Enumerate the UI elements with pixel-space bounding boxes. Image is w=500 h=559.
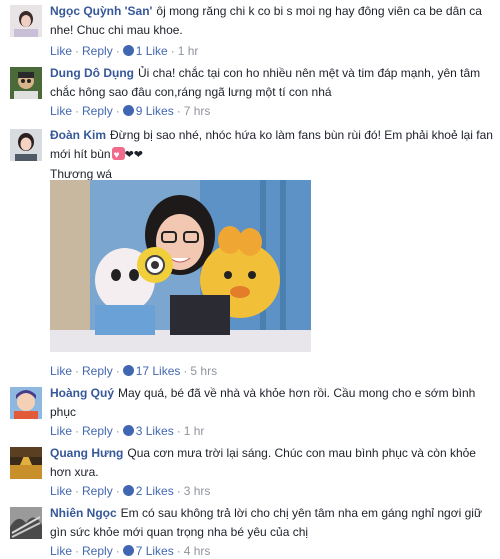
avatar[interactable] — [10, 387, 42, 419]
like-button[interactable]: Like — [50, 484, 72, 498]
like-count-icon — [122, 365, 134, 376]
comment-actions: Like · Reply · 17 Likes · 5 hrs — [50, 363, 217, 379]
like-count[interactable]: 2 Likes — [136, 484, 174, 498]
separator: · — [176, 424, 181, 438]
like-count[interactable]: 17 Likes — [136, 364, 181, 378]
reply-button[interactable]: Reply — [82, 484, 113, 498]
like-button[interactable]: Like — [50, 44, 72, 58]
comment-actions: Like · Reply · 2 Likes · 3 hrs — [50, 483, 210, 499]
separator: · — [75, 484, 80, 498]
comment-actions: Like · Reply · 9 Likes · 7 hrs — [50, 103, 210, 119]
timestamp[interactable]: 3 hrs — [184, 484, 211, 498]
reply-button[interactable]: Reply — [82, 364, 113, 378]
separator: · — [170, 44, 175, 58]
like-count-icon — [122, 105, 134, 116]
like-button[interactable]: Like — [50, 104, 72, 118]
timestamp[interactable]: 1 hr — [184, 424, 205, 438]
reply-button[interactable]: Reply — [82, 104, 113, 118]
separator: · — [176, 104, 181, 118]
avatar[interactable] — [10, 447, 42, 479]
avatar[interactable] — [10, 507, 42, 539]
separator: · — [75, 364, 80, 378]
comment-body: Quang Hưng Qua cơn mưa trời lại sáng. Chú… — [50, 444, 494, 482]
author-name[interactable]: Quang Hưng — [50, 446, 123, 460]
like-button[interactable]: Like — [50, 424, 72, 438]
comment-text-line2: Thương wá — [50, 167, 112, 181]
comment-actions: Like · Reply · 1 Like · 1 hr — [50, 43, 198, 59]
comment-body: Nhiên Ngọc Em có sau không trả lời cho ch… — [50, 504, 494, 542]
like-count[interactable]: 3 Likes — [136, 424, 174, 438]
comment-actions: Like · Reply · 3 Likes · 1 hr — [50, 423, 204, 439]
separator: · — [75, 104, 80, 118]
like-count-icon — [122, 485, 134, 496]
like-button[interactable]: Like — [50, 364, 72, 378]
author-name[interactable]: Ngọc Quỳnh 'San' — [50, 4, 152, 18]
author-name[interactable]: Hoàng Quý — [50, 386, 114, 400]
avatar[interactable] — [10, 5, 42, 37]
reply-button[interactable]: Reply — [82, 44, 113, 58]
comment-actions: Like · Reply · 7 Likes · 4 hrs — [50, 543, 210, 559]
reply-button[interactable]: Reply — [82, 424, 113, 438]
avatar[interactable] — [10, 129, 42, 161]
author-name[interactable]: Dung Dô Dụng — [50, 66, 134, 80]
comment-body: Dung Dô Dụng Ủi cha! chắc tại con ho nhiề… — [50, 64, 494, 102]
author-name[interactable]: Đoàn Kim — [50, 128, 106, 142]
separator: · — [115, 104, 120, 118]
like-count-icon — [122, 45, 134, 56]
separator: · — [115, 364, 120, 378]
comment-body: Hoàng Quý May quá, bé đã về nhà và khỏe h… — [50, 384, 494, 422]
comment-photo[interactable] — [50, 180, 311, 352]
comment-body: Ngọc Quỳnh 'San' ôj mong răng chi k co bi… — [50, 2, 494, 40]
separator: · — [183, 364, 188, 378]
like-count-icon — [122, 545, 134, 556]
timestamp[interactable]: 7 hrs — [184, 104, 211, 118]
avatar[interactable] — [10, 67, 42, 99]
timestamp[interactable]: 1 hr — [178, 44, 199, 58]
author-name[interactable]: Nhiên Ngọc — [50, 506, 117, 520]
separator: · — [75, 44, 80, 58]
separator: · — [176, 484, 181, 498]
comment-body: Đoàn Kim Đừng bị sao nhé, nhóc hứa ko làm… — [50, 126, 494, 184]
black-hearts-emoji-icon: ❤❤ — [124, 149, 143, 161]
heart-emoji-icon — [111, 146, 125, 165]
separator: · — [75, 424, 80, 438]
separator: · — [115, 484, 120, 498]
timestamp[interactable]: 5 hrs — [190, 364, 217, 378]
like-count-icon — [122, 425, 134, 436]
separator: · — [115, 44, 120, 58]
separator: · — [115, 424, 120, 438]
like-count[interactable]: 1 Like — [136, 44, 168, 58]
like-count[interactable]: 9 Likes — [136, 104, 174, 118]
